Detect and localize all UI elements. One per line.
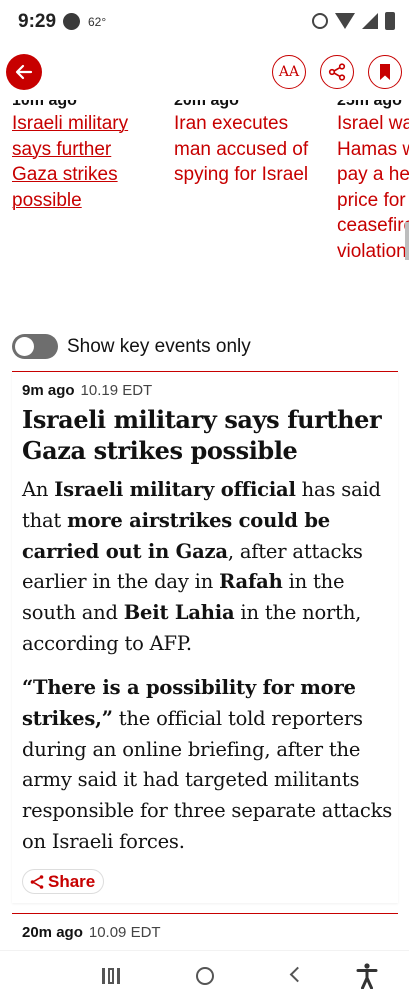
battery-icon <box>385 12 395 30</box>
text-run-bold: Israeli military official <box>54 478 296 501</box>
wifi-icon <box>335 13 355 29</box>
accessibility-button[interactable] <box>356 963 378 994</box>
liveblog-entry: 20m ago 10.09 EDT <box>12 913 398 953</box>
alarm-icon <box>312 13 328 29</box>
entry-time: 10.19 EDT <box>80 382 153 399</box>
app-toolbar: AA <box>0 44 409 100</box>
share-label: Share <box>48 871 96 891</box>
recents-icon <box>108 968 114 984</box>
text-size-icon: AA <box>278 64 300 80</box>
key-events-toggle[interactable] <box>12 334 58 359</box>
key-events-toggle-label: Show key events only <box>67 335 251 357</box>
bookmark-icon <box>380 64 390 80</box>
text-run-bold: Rafah <box>219 570 283 594</box>
entry-meta: 9m ago 10.19 EDT <box>22 382 152 399</box>
home-button[interactable] <box>196 967 214 985</box>
accessibility-icon <box>356 963 378 990</box>
share-icon <box>30 874 44 889</box>
status-time: 9:29 <box>18 11 57 32</box>
entry-time: 10.09 EDT <box>88 924 161 941</box>
toggle-knob <box>15 337 34 356</box>
entry-meta: 20m ago 10.09 EDT <box>22 924 161 941</box>
card-time: 25m ago <box>337 100 402 109</box>
share-button[interactable] <box>320 55 354 89</box>
back-button[interactable] <box>6 54 42 90</box>
status-temperature: 62° <box>88 15 107 29</box>
recents-button[interactable] <box>102 968 120 984</box>
recents-icon <box>117 968 120 984</box>
recents-icon <box>102 968 105 984</box>
weather-icon <box>63 13 80 30</box>
carousel-card[interactable]: 20m ago Iran executes man accused of spy… <box>174 100 324 188</box>
card-time: 20m ago <box>174 100 239 109</box>
key-events-carousel[interactable]: 10m ago Israeli military says further Ga… <box>0 100 409 260</box>
share-icon <box>328 63 346 81</box>
key-events-toggle-row[interactable]: Show key events only <box>12 334 251 359</box>
entry-ago: 20m ago <box>22 924 83 941</box>
text-run: An <box>22 478 55 501</box>
signal-icon <box>362 13 378 29</box>
arrow-left-icon <box>15 64 33 80</box>
entry-ago: 9m ago <box>22 382 75 399</box>
status-icons <box>312 12 395 30</box>
status-bar: 9:29 62° <box>0 0 409 44</box>
entry-paragraph: “There is a possibility for more strikes… <box>22 673 394 858</box>
entry-share-button[interactable]: Share <box>22 869 105 894</box>
text-run-bold: Beit Lahia <box>123 601 235 625</box>
bookmark-button[interactable] <box>368 55 402 89</box>
card-title[interactable]: Israel warns Hamas will pay a heavy pric… <box>337 111 409 260</box>
entry-title: Israeli military says further Gaza strik… <box>22 405 382 465</box>
carousel-card[interactable]: 25m ago Israel warns Hamas will pay a he… <box>337 100 409 260</box>
system-back-button[interactable] <box>289 966 306 983</box>
text-size-button[interactable]: AA <box>272 55 306 89</box>
liveblog-entry: 9m ago 10.19 EDT Israeli military says fu… <box>12 371 398 903</box>
carousel-card[interactable]: 10m ago Israeli military says further Ga… <box>12 100 162 213</box>
system-nav-bar <box>0 950 409 1000</box>
card-title[interactable]: Israeli military says further Gaza strik… <box>12 111 144 213</box>
card-time: 10m ago <box>12 100 77 109</box>
entry-paragraph: An Israeli military official has said th… <box>22 475 394 660</box>
card-title[interactable]: Iran executes man accused of spying for … <box>174 111 320 188</box>
